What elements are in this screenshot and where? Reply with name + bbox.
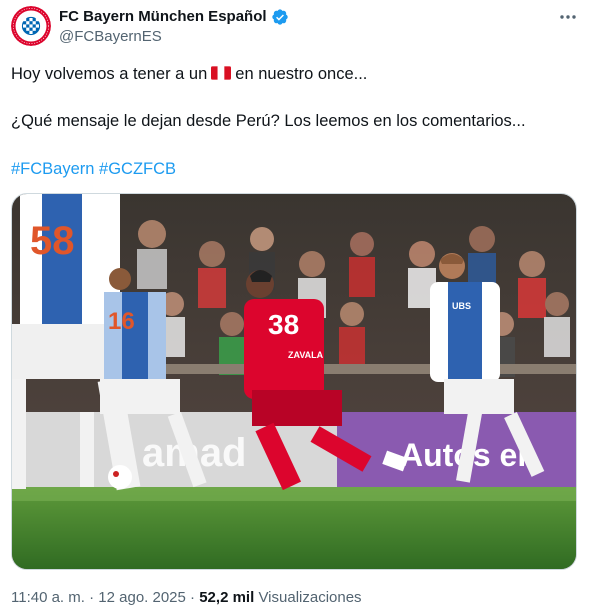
match-photo: amad Autos ei 58 16 — [12, 194, 576, 569]
tweet-date[interactable]: 12 ago. 2025 — [98, 589, 186, 606]
fc-bayern-logo-icon — [11, 6, 51, 46]
tweet-time[interactable]: 11:40 a. m. — [11, 589, 85, 606]
more-options-button[interactable] — [556, 6, 580, 28]
meta-separator: · — [190, 589, 196, 606]
tweet-text-line1: Hoy volvemos a tener a un en nuestro once… — [11, 63, 367, 85]
views-count: 52,2 mil — [199, 589, 255, 606]
tweet-text-part: en nuestro once... — [235, 65, 368, 83]
hashtag-link[interactable]: #FCBayern — [11, 160, 94, 178]
tweet-text-part: Hoy volvemos a tener a un — [11, 65, 208, 83]
tweet[interactable]: FC Bayern München Español @FCBayernES Ho… — [0, 0, 595, 612]
player-center-name: ZAVALA — [288, 350, 324, 360]
author-handle[interactable]: @FCBayernES — [59, 27, 162, 47]
player-left-number: 58 — [30, 219, 75, 263]
author-name-row: FC Bayern München Español — [59, 7, 289, 27]
peru-flag-emoji-icon — [211, 66, 232, 80]
tweet-media-photo[interactable]: amad Autos ei 58 16 — [11, 193, 577, 570]
meta-separator: · — [89, 589, 95, 606]
views-label: Visualizaciones — [258, 589, 362, 606]
hashtag-link[interactable]: #GCZFCB — [99, 160, 176, 178]
ubs-sponsor-text: UBS — [452, 301, 471, 311]
more-options-icon — [560, 15, 576, 19]
player-mid-number: 16 — [108, 308, 135, 335]
player-center-number: 38 — [268, 309, 299, 340]
verified-badge-icon — [271, 8, 289, 26]
tweet-meta: 11:40 a. m. · 12 ago. 2025 · 52,2 mil Vi… — [11, 588, 362, 608]
tweet-hashtags: #FCBayern #GCZFCB — [11, 158, 176, 180]
football — [108, 465, 132, 489]
avatar[interactable] — [11, 6, 51, 46]
tweet-text-line2: ¿Qué mensaje le dejan desde Perú? Los le… — [11, 112, 526, 130]
author-display-name[interactable]: FC Bayern München Español — [59, 7, 267, 27]
